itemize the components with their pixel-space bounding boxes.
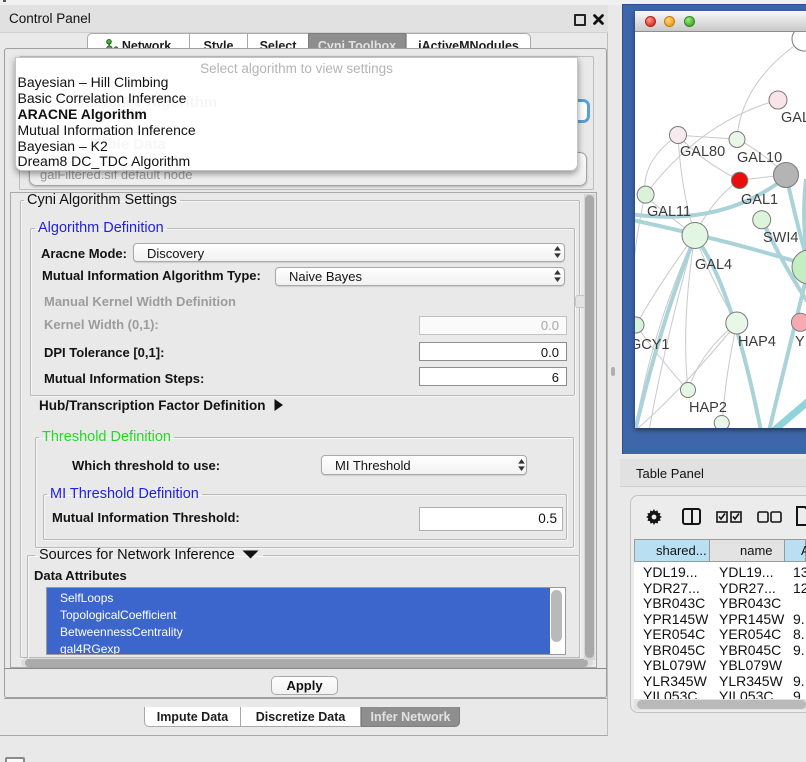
svg-text:GAL4: GAL4	[695, 257, 732, 273]
svg-text:GCY1: GCY1	[635, 337, 670, 353]
svg-text:GAL10: GAL10	[737, 150, 782, 166]
svg-text:Y: Y	[795, 334, 805, 350]
svg-text:SWI4: SWI4	[763, 230, 798, 246]
svg-text:HAP2: HAP2	[689, 400, 727, 416]
svg-text:GAL80: GAL80	[680, 144, 725, 160]
svg-text:HAP4: HAP4	[738, 334, 776, 350]
svg-text:GAL: GAL	[781, 110, 806, 126]
svg-text:GAL11: GAL11	[647, 204, 691, 220]
svg-text:GAL1: GAL1	[741, 192, 778, 208]
